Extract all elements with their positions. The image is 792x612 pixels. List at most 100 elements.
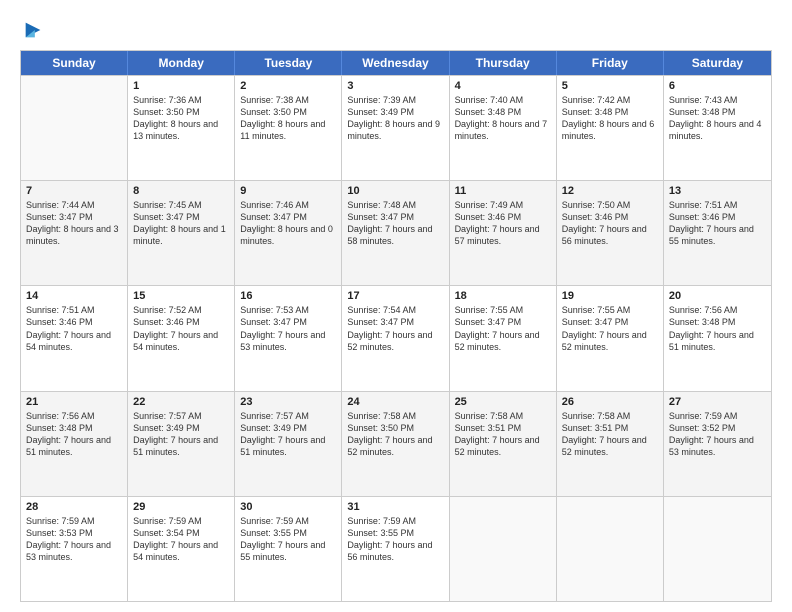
calendar-cell: 8 Sunrise: 7:45 AM Sunset: 3:47 PM Daylig… (128, 181, 235, 285)
cell-info: Sunrise: 7:58 AM Sunset: 3:50 PM Dayligh… (347, 410, 443, 459)
cell-info: Sunrise: 7:51 AM Sunset: 3:46 PM Dayligh… (669, 199, 766, 248)
calendar-cell: 4 Sunrise: 7:40 AM Sunset: 3:48 PM Daylig… (450, 76, 557, 180)
day-number: 10 (347, 185, 443, 197)
calendar-cell: 5Sunrise: 7:42 AM Sunset: 3:48 PM Daylig… (557, 76, 664, 180)
calendar-cell: 9Sunrise: 7:46 AM Sunset: 3:47 PM Daylig… (235, 181, 342, 285)
day-number: 23 (240, 396, 336, 408)
calendar-row-4: 28 Sunrise: 7:59 AM Sunset: 3:53 PM Dayli… (21, 496, 771, 601)
calendar-cell: 22 Sunrise: 7:57 AM Sunset: 3:49 PM Dayli… (128, 392, 235, 496)
header-day-friday: Friday (557, 51, 664, 75)
calendar-cell: 12Sunrise: 7:50 AM Sunset: 3:46 PM Dayli… (557, 181, 664, 285)
cell-info: Sunrise: 7:59 AM Sunset: 3:53 PM Dayligh… (26, 515, 122, 564)
cell-info: Sunrise: 7:49 AM Sunset: 3:46 PM Dayligh… (455, 199, 551, 248)
cell-info: Sunrise: 7:57 AM Sunset: 3:49 PM Dayligh… (133, 410, 229, 459)
calendar-row-1: 7 Sunrise: 7:44 AM Sunset: 3:47 PM Daylig… (21, 180, 771, 285)
page: SundayMondayTuesdayWednesdayThursdayFrid… (0, 0, 792, 612)
cell-info: Sunrise: 7:57 AM Sunset: 3:49 PM Dayligh… (240, 410, 336, 459)
header-day-thursday: Thursday (450, 51, 557, 75)
cell-info: Sunrise: 7:58 AM Sunset: 3:51 PM Dayligh… (562, 410, 658, 459)
day-number: 5 (562, 80, 658, 92)
calendar-body: 1Sunrise: 7:36 AM Sunset: 3:50 PM Daylig… (21, 75, 771, 601)
calendar-row-0: 1Sunrise: 7:36 AM Sunset: 3:50 PM Daylig… (21, 75, 771, 180)
cell-info: Sunrise: 7:51 AM Sunset: 3:46 PM Dayligh… (26, 304, 122, 353)
calendar: SundayMondayTuesdayWednesdayThursdayFrid… (20, 50, 772, 602)
calendar-row-2: 14 Sunrise: 7:51 AM Sunset: 3:46 PM Dayli… (21, 285, 771, 390)
calendar-cell: 11 Sunrise: 7:49 AM Sunset: 3:46 PM Dayli… (450, 181, 557, 285)
calendar-row-3: 21 Sunrise: 7:56 AM Sunset: 3:48 PM Dayli… (21, 391, 771, 496)
header-day-wednesday: Wednesday (342, 51, 449, 75)
logo-icon (22, 19, 44, 41)
day-number: 2 (240, 80, 336, 92)
calendar-cell: 29Sunrise: 7:59 AM Sunset: 3:54 PM Dayli… (128, 497, 235, 601)
day-number: 21 (26, 396, 122, 408)
cell-info: Sunrise: 7:53 AM Sunset: 3:47 PM Dayligh… (240, 304, 336, 353)
cell-info: Sunrise: 7:59 AM Sunset: 3:55 PM Dayligh… (240, 515, 336, 564)
calendar-cell: 21 Sunrise: 7:56 AM Sunset: 3:48 PM Dayli… (21, 392, 128, 496)
header-day-sunday: Sunday (21, 51, 128, 75)
day-number: 26 (562, 396, 658, 408)
day-number: 16 (240, 290, 336, 302)
day-number: 20 (669, 290, 766, 302)
header-day-saturday: Saturday (664, 51, 771, 75)
calendar-cell: 2 Sunrise: 7:38 AM Sunset: 3:50 PM Daylig… (235, 76, 342, 180)
calendar-cell: 30 Sunrise: 7:59 AM Sunset: 3:55 PM Dayli… (235, 497, 342, 601)
calendar-cell: 23 Sunrise: 7:57 AM Sunset: 3:49 PM Dayli… (235, 392, 342, 496)
day-number: 11 (455, 185, 551, 197)
calendar-cell: 7 Sunrise: 7:44 AM Sunset: 3:47 PM Daylig… (21, 181, 128, 285)
cell-info: Sunrise: 7:55 AM Sunset: 3:47 PM Dayligh… (455, 304, 551, 353)
calendar-header: SundayMondayTuesdayWednesdayThursdayFrid… (21, 51, 771, 75)
day-number: 12 (562, 185, 658, 197)
cell-info: Sunrise: 7:44 AM Sunset: 3:47 PM Dayligh… (26, 199, 122, 248)
day-number: 22 (133, 396, 229, 408)
calendar-cell: 27 Sunrise: 7:59 AM Sunset: 3:52 PM Dayli… (664, 392, 771, 496)
day-number: 3 (347, 80, 443, 92)
day-number: 7 (26, 185, 122, 197)
header (20, 18, 772, 42)
calendar-cell: 6 Sunrise: 7:43 AM Sunset: 3:48 PM Daylig… (664, 76, 771, 180)
cell-info: Sunrise: 7:59 AM Sunset: 3:55 PM Dayligh… (347, 515, 443, 564)
cell-info: Sunrise: 7:56 AM Sunset: 3:48 PM Dayligh… (26, 410, 122, 459)
cell-info: Sunrise: 7:46 AM Sunset: 3:47 PM Dayligh… (240, 199, 336, 248)
calendar-cell: 10Sunrise: 7:48 AM Sunset: 3:47 PM Dayli… (342, 181, 449, 285)
cell-info: Sunrise: 7:58 AM Sunset: 3:51 PM Dayligh… (455, 410, 551, 459)
day-number: 28 (26, 501, 122, 513)
cell-info: Sunrise: 7:54 AM Sunset: 3:47 PM Dayligh… (347, 304, 443, 353)
day-number: 15 (133, 290, 229, 302)
cell-info: Sunrise: 7:45 AM Sunset: 3:47 PM Dayligh… (133, 199, 229, 248)
cell-info: Sunrise: 7:55 AM Sunset: 3:47 PM Dayligh… (562, 304, 658, 353)
header-day-monday: Monday (128, 51, 235, 75)
calendar-cell: 1Sunrise: 7:36 AM Sunset: 3:50 PM Daylig… (128, 76, 235, 180)
day-number: 30 (240, 501, 336, 513)
calendar-cell: 18 Sunrise: 7:55 AM Sunset: 3:47 PM Dayli… (450, 286, 557, 390)
day-number: 27 (669, 396, 766, 408)
day-number: 14 (26, 290, 122, 302)
day-number: 6 (669, 80, 766, 92)
calendar-cell: 28 Sunrise: 7:59 AM Sunset: 3:53 PM Dayli… (21, 497, 128, 601)
calendar-cell: 31Sunrise: 7:59 AM Sunset: 3:55 PM Dayli… (342, 497, 449, 601)
day-number: 18 (455, 290, 551, 302)
calendar-cell: 3 Sunrise: 7:39 AM Sunset: 3:49 PM Daylig… (342, 76, 449, 180)
calendar-cell: 24Sunrise: 7:58 AM Sunset: 3:50 PM Dayli… (342, 392, 449, 496)
day-number: 29 (133, 501, 229, 513)
calendar-cell: 17Sunrise: 7:54 AM Sunset: 3:47 PM Dayli… (342, 286, 449, 390)
day-number: 25 (455, 396, 551, 408)
header-day-tuesday: Tuesday (235, 51, 342, 75)
day-number: 1 (133, 80, 229, 92)
cell-info: Sunrise: 7:38 AM Sunset: 3:50 PM Dayligh… (240, 94, 336, 143)
cell-info: Sunrise: 7:39 AM Sunset: 3:49 PM Dayligh… (347, 94, 443, 143)
calendar-cell: 19Sunrise: 7:55 AM Sunset: 3:47 PM Dayli… (557, 286, 664, 390)
calendar-cell: 14 Sunrise: 7:51 AM Sunset: 3:46 PM Dayli… (21, 286, 128, 390)
cell-info: Sunrise: 7:56 AM Sunset: 3:48 PM Dayligh… (669, 304, 766, 353)
cell-info: Sunrise: 7:59 AM Sunset: 3:52 PM Dayligh… (669, 410, 766, 459)
logo (20, 22, 44, 42)
day-number: 4 (455, 80, 551, 92)
day-number: 8 (133, 185, 229, 197)
calendar-cell (450, 497, 557, 601)
calendar-cell: 13 Sunrise: 7:51 AM Sunset: 3:46 PM Dayli… (664, 181, 771, 285)
calendar-cell: 15Sunrise: 7:52 AM Sunset: 3:46 PM Dayli… (128, 286, 235, 390)
cell-info: Sunrise: 7:43 AM Sunset: 3:48 PM Dayligh… (669, 94, 766, 143)
calendar-cell: 25 Sunrise: 7:58 AM Sunset: 3:51 PM Dayli… (450, 392, 557, 496)
calendar-cell: 16 Sunrise: 7:53 AM Sunset: 3:47 PM Dayli… (235, 286, 342, 390)
day-number: 13 (669, 185, 766, 197)
cell-info: Sunrise: 7:40 AM Sunset: 3:48 PM Dayligh… (455, 94, 551, 143)
